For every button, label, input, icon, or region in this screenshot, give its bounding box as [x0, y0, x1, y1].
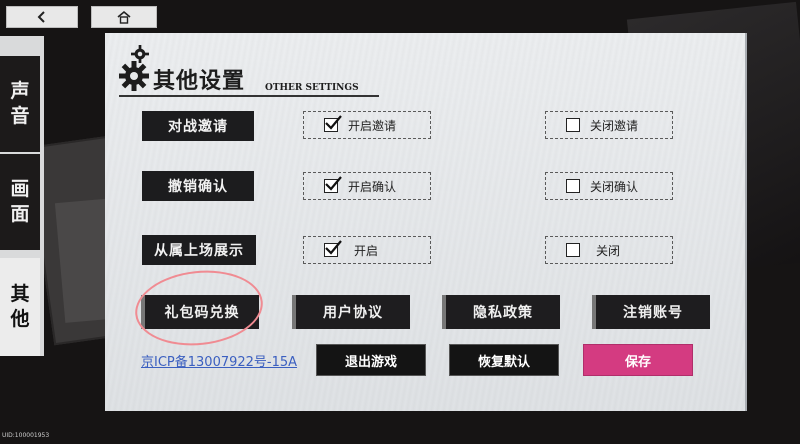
option-label: 关闭邀请 — [590, 118, 639, 133]
save-button[interactable]: 保存 — [583, 344, 693, 376]
checkbox-checked[interactable] — [324, 240, 342, 257]
undo-confirm-on-option[interactable]: 开启确认 — [303, 172, 431, 200]
check-icon — [325, 176, 342, 191]
battle-invite-off-option[interactable]: 关闭邀请 — [545, 111, 673, 139]
uid-label: UID:100001953 — [2, 432, 50, 439]
gear-icon — [119, 61, 149, 91]
subordinate-display-on-option[interactable]: 开启 — [303, 236, 431, 264]
panel-title: 其他设置 OTHER SETTINGS — [115, 43, 379, 97]
checkbox-unchecked[interactable] — [566, 118, 580, 132]
back-chevron-icon — [37, 11, 45, 23]
check-icon — [325, 115, 342, 130]
tab-sound[interactable]: 声 音 — [0, 56, 40, 152]
cancel-account-button[interactable]: 注销账号 — [592, 295, 710, 329]
subordinate-display-label: 从属上场展示 — [142, 235, 256, 265]
checkbox-checked[interactable] — [324, 176, 342, 193]
page-title: 其他设置 — [153, 68, 246, 94]
subordinate-display-off-option[interactable]: 关闭 — [545, 236, 673, 264]
privacy-policy-button[interactable]: 隐私政策 — [442, 295, 560, 329]
check-icon — [325, 240, 342, 255]
checkbox-checked[interactable] — [324, 115, 342, 132]
tab-screen[interactable]: 画 面 — [0, 154, 40, 250]
undo-confirm-off-option[interactable]: 关闭确认 — [545, 172, 673, 200]
restore-default-button[interactable]: 恢复默认 — [449, 344, 559, 376]
tab-screen-label: 画 — [10, 178, 30, 201]
home-icon — [117, 10, 131, 24]
icp-license-link[interactable]: 京ICP备13007922号-15A — [141, 351, 297, 370]
tab-sound-label: 音 — [10, 105, 30, 127]
title-divider — [119, 95, 379, 97]
user-agreement-button[interactable]: 用户协议 — [292, 295, 410, 329]
battle-invite-label: 对战邀请 — [142, 111, 254, 141]
other-settings-panel: 其他设置 OTHER SETTINGS 对战邀请 开启邀请 关闭邀请 撤销确认 … — [105, 33, 747, 411]
undo-confirm-label: 撤销确认 — [142, 171, 254, 201]
tab-sound-label: 声 — [10, 80, 30, 103]
home-button[interactable] — [91, 6, 157, 28]
highlight-annotation — [131, 264, 267, 352]
tab-other-label: 他 — [10, 308, 30, 330]
checkbox-unchecked[interactable] — [566, 243, 580, 257]
option-label: 开启 — [354, 243, 379, 258]
page-subtitle: OTHER SETTINGS — [265, 83, 359, 93]
tab-other[interactable]: 其 他 — [0, 258, 40, 356]
tab-screen-label: 面 — [10, 203, 30, 225]
checkbox-unchecked[interactable] — [566, 179, 580, 193]
option-label: 开启确认 — [348, 179, 397, 194]
settings-tab-column: 声 音 画 面 其 他 — [0, 36, 48, 356]
option-label: 开启邀请 — [348, 118, 397, 133]
battle-invite-on-option[interactable]: 开启邀请 — [303, 111, 431, 139]
exit-game-button[interactable]: 退出游戏 — [316, 344, 426, 376]
back-button[interactable] — [6, 6, 78, 28]
tab-other-label: 其 — [10, 283, 30, 306]
option-label: 关闭确认 — [590, 179, 639, 194]
option-label: 关闭 — [596, 243, 621, 258]
